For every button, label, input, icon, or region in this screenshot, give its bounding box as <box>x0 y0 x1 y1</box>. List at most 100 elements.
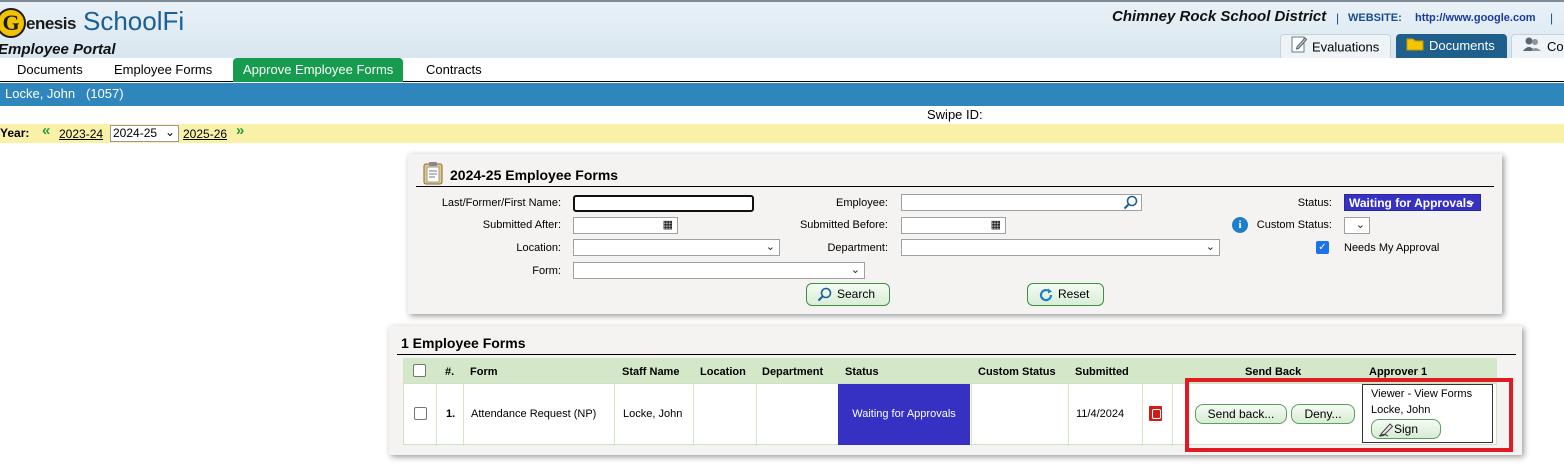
edit-document-icon <box>1291 35 1308 59</box>
divider <box>397 354 1516 355</box>
row-status: Waiting for Approvals <box>838 384 970 445</box>
website-link[interactable]: http://www.google.com <box>1415 12 1536 24</box>
user-id: (1057) <box>85 86 124 101</box>
tab-evaluations-label: Evaluations <box>1312 39 1380 55</box>
row-staff-name: Locke, John <box>623 408 683 420</box>
col-staff-name[interactable]: Staff Name <box>622 366 679 378</box>
magnifier-icon <box>817 287 832 309</box>
row-form-name[interactable]: Attendance Request (NP) <box>471 408 596 420</box>
search-button[interactable]: Search <box>806 283 890 306</box>
portal-title: Employee Portal <box>0 41 116 58</box>
nav-tab-employee-forms[interactable]: Employee Forms <box>114 62 212 77</box>
clipboard-icon <box>423 161 443 188</box>
tab-contracts-top[interactable]: Con <box>1511 34 1564 60</box>
divider <box>1172 384 1173 446</box>
submitted-after-input[interactable]: ▦ <box>573 217 678 234</box>
pdf-icon[interactable] <box>1149 406 1162 421</box>
col-status[interactable]: Status <box>845 366 879 378</box>
search-icon[interactable] <box>1123 195 1138 213</box>
sub-nav: Documents Employee Forms Approve Employe… <box>0 58 1564 82</box>
col-department[interactable]: Department <box>762 366 823 378</box>
folder-icon <box>1406 35 1424 59</box>
needs-approval-label: Needs My Approval <box>1344 242 1440 254</box>
year-select-value: 2024-25 <box>113 126 158 140</box>
chevron-down-icon: ⌄ <box>1355 219 1365 231</box>
prev-year-icon[interactable]: « <box>42 122 50 139</box>
header-separator: | <box>1550 11 1554 25</box>
employee-input[interactable] <box>901 194 1142 211</box>
name-input[interactable] <box>573 195 754 212</box>
info-icon[interactable]: i <box>1232 217 1248 233</box>
search-title: 2024-25 Employee Forms <box>450 167 619 183</box>
nav-tab-documents[interactable]: Documents <box>17 62 83 77</box>
prev-year-link[interactable]: 2023-24 <box>59 127 103 141</box>
col-form[interactable]: Form <box>470 366 498 378</box>
location-label: Location: <box>516 242 561 254</box>
divider <box>436 384 437 446</box>
header-separator: | <box>1336 11 1340 25</box>
next-year-icon[interactable]: » <box>236 122 244 139</box>
col-location[interactable]: Location <box>700 366 746 378</box>
department-label: Department: <box>827 242 888 254</box>
department-select[interactable]: ⌄ <box>901 239 1220 256</box>
col-number: #. <box>445 366 455 378</box>
tab-documents-top-label: Documents <box>1429 38 1495 53</box>
col-approver-1: Approver 1 <box>1369 366 1428 378</box>
chevron-down-icon: ⌄ <box>1205 241 1215 253</box>
form-label: Form: <box>532 265 561 277</box>
reset-button[interactable]: Reset <box>1027 283 1104 306</box>
chevron-down-icon: ⌄ <box>1465 194 1476 208</box>
row-number: 1. <box>446 408 456 420</box>
chevron-down-icon: ⌄ <box>765 241 775 253</box>
divider <box>756 384 757 446</box>
select-all-checkbox[interactable] <box>413 364 426 377</box>
row-checkbox[interactable] <box>414 407 427 420</box>
status-select-value: Waiting for Approvals <box>1349 196 1473 210</box>
genesis-logo-text: enesis <box>26 14 76 33</box>
form-select[interactable]: ⌄ <box>573 262 865 279</box>
divider <box>693 384 694 446</box>
calendar-icon[interactable]: ▦ <box>663 218 673 231</box>
col-send-back: Send Back <box>1245 366 1302 378</box>
calendar-icon[interactable]: ▦ <box>991 218 1001 231</box>
refresh-icon <box>1038 287 1054 310</box>
submitted-before-input[interactable]: ▦ <box>901 217 1006 234</box>
people-icon <box>1522 36 1542 59</box>
district-name: Chimney Rock School District <box>1112 8 1327 25</box>
nav-tab-approve-employee-forms[interactable]: Approve Employee Forms <box>233 58 404 82</box>
reset-button-label: Reset <box>1058 287 1090 301</box>
submitted-after-label: Submitted After: <box>482 219 561 231</box>
user-bar: Locke, John (1057) <box>0 83 1564 106</box>
divider <box>614 384 615 446</box>
col-custom-status[interactable]: Custom Status <box>978 366 1056 378</box>
highlight-annotation <box>1185 378 1513 452</box>
col-submitted[interactable]: Submitted <box>1075 366 1129 378</box>
next-year-link[interactable]: 2025-26 <box>183 127 227 141</box>
results-title: 1 Employee Forms <box>401 335 526 351</box>
year-select[interactable]: 2024-25 ⌄ <box>110 125 179 142</box>
divider <box>1142 384 1143 446</box>
year-label: Year: <box>0 126 30 140</box>
year-bar: Year: « 2023-24 2024-25 ⌄ 2025-26 » <box>0 122 1564 143</box>
status-select[interactable]: Waiting for Approvals ⌄ <box>1344 194 1481 211</box>
tab-evaluations[interactable]: Evaluations <box>1280 34 1391 60</box>
swipe-id-label: Swipe ID: <box>927 107 983 122</box>
nav-tab-contracts[interactable]: Contracts <box>426 62 482 77</box>
custom-status-select[interactable]: ⌄ <box>1344 217 1370 234</box>
top-header: G enesis SchoolFi Employee Portal Chimne… <box>0 0 1564 60</box>
employee-label: Employee: <box>836 197 888 209</box>
chevron-down-icon: ⌄ <box>164 125 175 139</box>
user-name: Locke, John <box>5 86 76 101</box>
website-label: WEBSITE: <box>1348 12 1402 24</box>
needs-approval-checkbox[interactable]: ✓ <box>1316 241 1329 254</box>
tab-contracts-top-label: Con <box>1547 39 1564 54</box>
search-panel: 2024-25 Employee Forms Last/Former/First… <box>408 154 1502 314</box>
location-select[interactable]: ⌄ <box>573 239 780 256</box>
tab-documents-top[interactable]: Documents <box>1396 34 1507 60</box>
chevron-down-icon: ⌄ <box>850 264 860 276</box>
divider <box>416 186 1494 187</box>
custom-status-label: Custom Status: <box>1256 219 1332 231</box>
app-name: SchoolFi <box>83 6 185 36</box>
status-label: Status: <box>1297 197 1332 209</box>
divider <box>971 384 972 446</box>
